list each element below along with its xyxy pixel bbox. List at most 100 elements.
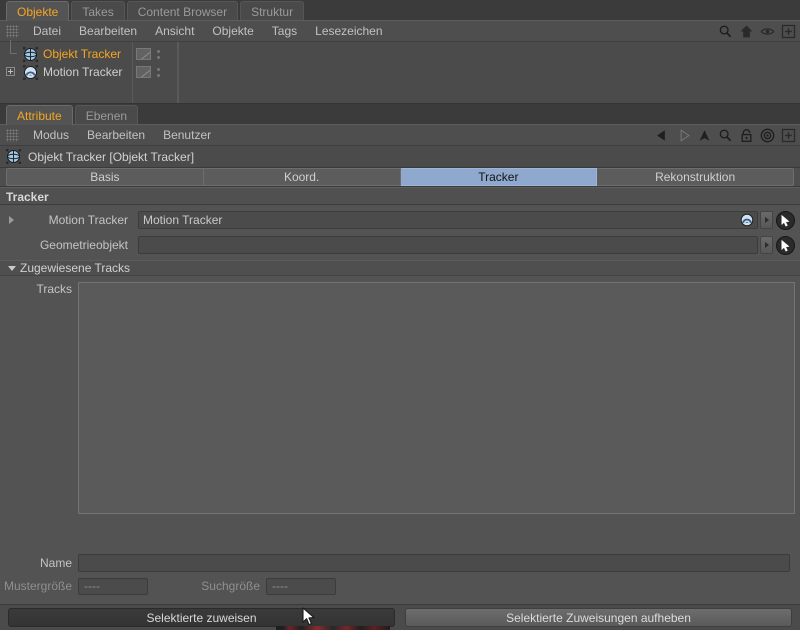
- object-manager-toolbar: [718, 21, 796, 42]
- motion-tracker-icon: [23, 64, 38, 80]
- chevron-down-icon[interactable]: [8, 265, 16, 271]
- add-box-icon[interactable]: [781, 128, 796, 143]
- tag-row[interactable]: [133, 45, 177, 63]
- geometrieobjekt-pick-button[interactable]: [776, 235, 795, 255]
- field-mustergroesse[interactable]: ----: [78, 577, 148, 595]
- forward-arrow-icon[interactable]: [676, 128, 691, 143]
- tab-ebenen-label: Ebenen: [85, 109, 128, 123]
- field-motion-tracker[interactable]: Motion Tracker: [138, 211, 758, 229]
- field-geometrieobjekt[interactable]: [138, 236, 758, 254]
- tab-takes[interactable]: Takes: [71, 1, 125, 21]
- tab-content-browser[interactable]: Content Browser: [126, 1, 239, 21]
- field-suchgroesse[interactable]: ----: [266, 577, 336, 595]
- search-icon[interactable]: [718, 128, 733, 143]
- grip-handle-icon[interactable]: [6, 128, 19, 142]
- attribute-mode-tabs: Basis Koord. Tracker Rekonstruktion: [0, 168, 800, 187]
- menu-ansicht[interactable]: Ansicht: [146, 21, 203, 42]
- menu-lesezeichen[interactable]: Lesezeichen: [306, 21, 391, 42]
- subheader-zugewiesene-tracks-label: Zugewiesene Tracks: [20, 261, 131, 275]
- layer-swatch-icon[interactable]: [136, 48, 151, 60]
- expand-toggle-icon[interactable]: [6, 67, 15, 76]
- tab-attribute-label: Attribute: [17, 109, 62, 123]
- subheader-zugewiesene-tracks[interactable]: Zugewiesene Tracks: [0, 260, 800, 276]
- visibility-dots-icon[interactable]: [157, 49, 160, 59]
- unassign-selected-button[interactable]: Selektierte Zuweisungen aufheben: [405, 608, 792, 627]
- tab-attribute[interactable]: Attribute: [6, 105, 73, 125]
- tab-objekte-label: Objekte: [17, 5, 59, 19]
- object-tracker-icon: [6, 149, 21, 164]
- visibility-dots-icon[interactable]: [157, 67, 160, 77]
- object-tree[interactable]: Objekt Tracker Motion Tracker: [0, 40, 133, 103]
- tree-lines: [4, 63, 23, 81]
- object-manager-empty-area[interactable]: [178, 42, 800, 103]
- layer-swatch-icon[interactable]: [136, 66, 151, 78]
- mode-tab-tracker[interactable]: Tracker: [400, 168, 598, 186]
- attribute-manager-toolbar: [655, 125, 796, 146]
- bottom-edge-artifact: [276, 626, 390, 630]
- menu-datei[interactable]: Datei: [24, 21, 70, 42]
- label-mustergroesse: Mustergröße: [3, 579, 72, 593]
- up-arrow-icon[interactable]: [697, 128, 712, 143]
- object-tracker-icon: [23, 46, 38, 62]
- tab-struktur-label: Struktur: [251, 5, 294, 19]
- mode-tab-basis[interactable]: Basis: [6, 168, 204, 186]
- label-suchgroesse: Suchgröße: [201, 579, 260, 593]
- lock-icon[interactable]: [739, 128, 754, 143]
- search-icon[interactable]: [718, 24, 733, 39]
- mode-tab-koord[interactable]: Koord.: [203, 168, 401, 186]
- attribute-header-title: Objekt Tracker [Objekt Tracker]: [28, 149, 195, 164]
- field-motion-tracker-value: Motion Tracker: [143, 213, 223, 227]
- object-manager-menubar: Datei Bearbeiten Ansicht Objekte Tags Le…: [0, 21, 800, 42]
- tree-label-objekt-tracker: Objekt Tracker: [43, 47, 122, 61]
- cursor-pick-icon: [781, 214, 790, 227]
- menu-objekte[interactable]: Objekte: [203, 21, 262, 42]
- add-box-icon[interactable]: [781, 24, 796, 39]
- object-manager-panel: Objekt Tracker Motion Tracker: [0, 40, 800, 104]
- back-arrow-icon[interactable]: [655, 128, 670, 143]
- menu-bearbeiten[interactable]: Bearbeiten: [70, 21, 146, 42]
- attribute-footer: Selektierte zuweisen Selektierte Zuweisu…: [0, 604, 800, 630]
- tree-label-motion-tracker: Motion Tracker: [43, 65, 123, 79]
- cursor-pick-icon: [781, 239, 790, 252]
- label-name: Name: [39, 556, 72, 570]
- menu-benutzer[interactable]: Benutzer: [154, 125, 220, 146]
- chevron-right-icon[interactable]: [9, 216, 14, 224]
- row-name: Name: [0, 552, 795, 574]
- tab-struktur[interactable]: Struktur: [240, 1, 305, 21]
- field-suchgroesse-value: ----: [272, 579, 288, 593]
- eye-icon[interactable]: [760, 24, 775, 39]
- row-sizes: Mustergröße ---- Suchgröße ----: [0, 575, 795, 597]
- attribute-header: Objekt Tracker [Objekt Tracker]: [0, 146, 800, 168]
- menu-tags[interactable]: Tags: [263, 21, 306, 42]
- attribute-manager-menubar: Modus Bearbeiten Benutzer: [0, 125, 800, 146]
- tracks-listbox[interactable]: [78, 282, 795, 514]
- menu-bearbeiten-attr[interactable]: Bearbeiten: [78, 125, 154, 146]
- label-tracks: Tracks: [36, 282, 72, 296]
- tree-row-motion-tracker[interactable]: Motion Tracker: [0, 63, 132, 81]
- object-tag-columns: [133, 42, 178, 103]
- geometrieobjekt-dropdown-button[interactable]: [760, 236, 773, 254]
- mode-tab-rekonstruktion[interactable]: Rekonstruktion: [597, 168, 794, 186]
- attribute-manager-tabstrip: Attribute Ebenen: [0, 104, 800, 125]
- label-geometrieobjekt: Geometrieobjekt: [39, 238, 128, 252]
- grip-handle-icon[interactable]: [6, 24, 19, 38]
- tree-row-objekt-tracker[interactable]: Objekt Tracker: [0, 40, 132, 63]
- label-motion-tracker: Motion Tracker: [48, 213, 128, 227]
- tag-row[interactable]: [133, 63, 177, 81]
- row-geometrieobjekt: Geometrieobjekt: [0, 234, 800, 256]
- tab-objekte[interactable]: Objekte: [6, 1, 70, 21]
- tab-content-browser-label: Content Browser: [137, 5, 228, 19]
- assign-selected-button[interactable]: Selektierte zuweisen: [8, 608, 395, 627]
- motion-tracker-icon: [740, 213, 754, 227]
- field-name[interactable]: [78, 554, 790, 572]
- motion-tracker-dropdown-button[interactable]: [760, 211, 773, 229]
- tab-ebenen[interactable]: Ebenen: [74, 105, 139, 125]
- row-tracks-list: Tracks: [0, 276, 800, 514]
- group-header-tracker: Tracker: [0, 187, 800, 205]
- home-icon[interactable]: [739, 24, 754, 39]
- menu-modus[interactable]: Modus: [24, 125, 78, 146]
- motion-tracker-pick-button[interactable]: [776, 210, 795, 230]
- target-icon[interactable]: [760, 128, 775, 143]
- tree-lines: [4, 40, 23, 63]
- row-motion-tracker: Motion Tracker Motion Tracker: [0, 209, 800, 231]
